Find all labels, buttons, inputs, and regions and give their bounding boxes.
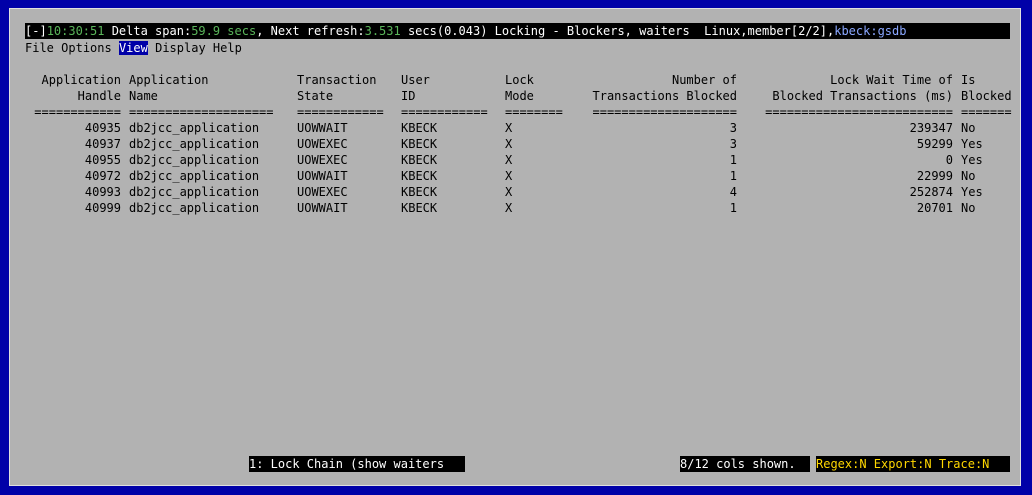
column-header-state: Transaction — [297, 73, 377, 87]
table-cell-state: UOWWAIT — [297, 169, 348, 183]
table-cell-is_blocked: No — [961, 169, 976, 183]
table-cell-mode: X — [505, 185, 513, 199]
table-cell-state: UOWWAIT — [297, 121, 348, 135]
table-cell-mode: X — [505, 121, 513, 135]
column-header-user-line2: ID — [401, 89, 416, 103]
table-cell-blocked_count: 1 — [729, 201, 737, 215]
header-separator: ============ — [34, 105, 121, 119]
cols-shown-indicator: 8/12 cols shown. — [680, 456, 810, 472]
header-separator: ========================== — [765, 105, 953, 119]
table-cell-name: db2jcc_application — [129, 169, 260, 183]
header-separator: ==================== — [129, 105, 274, 119]
terminal-window: [-]10:30:51 Delta span:59.9 secs, Next r… — [9, 8, 1021, 486]
header-separator: ======= — [961, 105, 1012, 119]
column-header-mode-line2: Mode — [505, 89, 534, 103]
header-separator: ======== — [505, 105, 563, 119]
table-cell-mode: X — [505, 137, 513, 151]
column-header-handle-line2: Handle — [77, 89, 121, 103]
column-header-wait_time-line2: Blocked Transactions (ms) — [772, 89, 953, 103]
table-cell-blocked_count: 3 — [729, 121, 737, 135]
table-cell-handle: 40972 — [84, 169, 121, 183]
delta-label: Delta span: — [104, 24, 192, 38]
table-cell-wait_time: 20701 — [916, 201, 953, 215]
column-header-mode: Lock — [505, 73, 534, 87]
table-cell-blocked_count: 1 — [729, 153, 737, 167]
delta-value: 59.9 secs — [191, 24, 257, 38]
status-bar: [-]10:30:51 Delta span:59.9 secs, Next r… — [25, 23, 1010, 39]
table-cell-user: KBECK — [401, 185, 438, 199]
menu-help[interactable]: Help — [213, 41, 242, 55]
column-header-name-line2: Name — [129, 89, 158, 103]
column-header-blocked_count-line2: Transactions Blocked — [592, 89, 738, 103]
table-cell-state: UOWEXEC — [297, 185, 348, 199]
table-cell-handle: 40937 — [84, 137, 121, 151]
connection-info: kbeck:gsdb — [834, 24, 907, 38]
header-separator: ============ — [401, 105, 488, 119]
column-header-wait_time: Lock Wait Time of — [830, 73, 953, 87]
table-cell-name: db2jcc_application — [129, 137, 260, 151]
table-cell-mode: X — [505, 201, 513, 215]
column-header-is_blocked: Is — [961, 73, 976, 87]
table-cell-wait_time: 252874 — [909, 185, 953, 199]
table-cell-wait_time: 59299 — [916, 137, 953, 151]
table-cell-user: KBECK — [401, 153, 438, 167]
table-cell-name: db2jcc_application — [129, 121, 260, 135]
menu-bar: File Options View Display Help — [25, 40, 242, 56]
table-cell-user: KBECK — [401, 137, 438, 151]
table-cell-handle: 40993 — [84, 185, 121, 199]
column-header-user: User — [401, 73, 430, 87]
column-header-is_blocked-line2: Blocked — [961, 89, 1012, 103]
collapse-toggle[interactable]: [-] — [25, 24, 47, 38]
table-cell-user: KBECK — [401, 201, 438, 215]
table-cell-blocked_count: 4 — [729, 185, 737, 199]
table-cell-name: db2jcc_application — [129, 153, 260, 167]
table-cell-mode: X — [505, 169, 513, 183]
table-cell-handle: 40955 — [84, 153, 121, 167]
refresh-tail: secs(0.043) — [400, 24, 495, 38]
view-hint: 1: Lock Chain (show waiters — [249, 456, 465, 472]
clock-time: 10:30:51 — [46, 24, 105, 38]
table-cell-handle: 40935 — [84, 121, 121, 135]
table-cell-is_blocked: No — [961, 121, 976, 135]
db2top-screen: [-]10:30:51 Delta span:59.9 secs, Next r… — [25, 23, 1015, 475]
table-cell-state: UOWWAIT — [297, 201, 348, 215]
refresh-label: , Next refresh: — [256, 24, 365, 38]
column-header-blocked_count: Number of — [671, 73, 737, 87]
refresh-value: 3.531 — [364, 24, 401, 38]
table-cell-name: db2jcc_application — [129, 201, 260, 215]
menu-display[interactable]: Display — [155, 41, 206, 55]
menu-options[interactable]: Options — [61, 41, 112, 55]
column-header-name: Application — [129, 73, 209, 87]
table-cell-blocked_count: 3 — [729, 137, 737, 151]
table-cell-state: UOWEXEC — [297, 137, 348, 151]
table-cell-user: KBECK — [401, 121, 438, 135]
table-cell-user: KBECK — [401, 169, 438, 183]
menu-file[interactable]: File — [25, 41, 54, 55]
header-separator: ============ — [297, 105, 384, 119]
system-info: Linux,member[2/2], — [689, 24, 835, 38]
table-cell-wait_time: 22999 — [916, 169, 953, 183]
table-cell-is_blocked: Yes — [961, 185, 983, 199]
table-cell-mode: X — [505, 153, 513, 167]
menu-view[interactable]: View — [118, 41, 148, 55]
flags-indicator: Regex:N Export:N Trace:N — [816, 456, 1010, 472]
table-cell-wait_time: 0 — [945, 153, 953, 167]
table-cell-wait_time: 239347 — [909, 121, 953, 135]
table-cell-is_blocked: No — [961, 201, 976, 215]
table-cell-name: db2jcc_application — [129, 185, 260, 199]
table-cell-is_blocked: Yes — [961, 137, 983, 151]
table-cell-is_blocked: Yes — [961, 153, 983, 167]
column-header-handle: Application — [41, 73, 121, 87]
header-separator: ==================== — [592, 105, 738, 119]
view-title: Locking - Blockers, waiters — [494, 24, 690, 38]
table-cell-blocked_count: 1 — [729, 169, 737, 183]
table-cell-state: UOWEXEC — [297, 153, 348, 167]
table-cell-handle: 40999 — [84, 201, 121, 215]
column-header-state-line2: State — [297, 89, 334, 103]
